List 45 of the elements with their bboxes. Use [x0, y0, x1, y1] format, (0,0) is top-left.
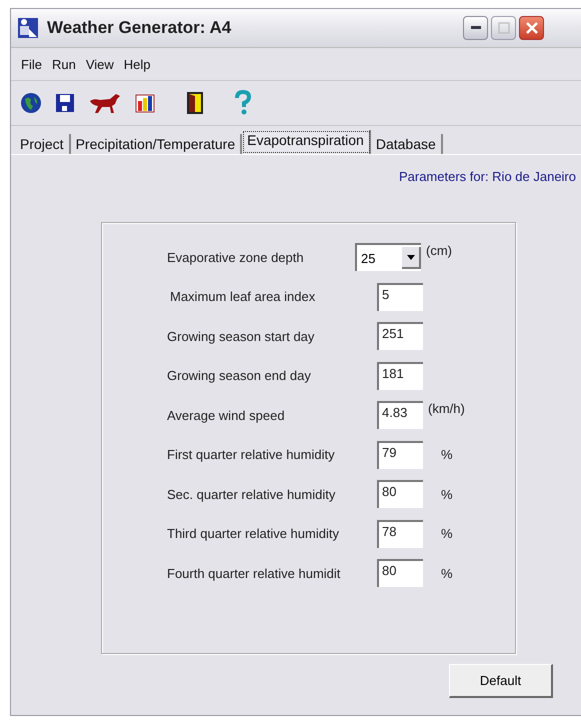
default-button[interactable]: Default	[449, 664, 553, 698]
field-label: Average wind speed	[167, 408, 286, 423]
input-field[interactable]: 5	[377, 282, 423, 311]
field-label: Maximum leaf area index	[169, 289, 316, 304]
window-title: Weather Generator: A4	[47, 18, 232, 38]
horse-icon[interactable]	[88, 91, 122, 115]
input-field[interactable]: 80	[377, 480, 423, 508]
maximize-icon	[498, 22, 510, 34]
dropdown[interactable]: 25	[355, 243, 421, 272]
close-button[interactable]	[519, 16, 544, 40]
door-icon[interactable]	[186, 91, 204, 115]
unit-label: %	[441, 486, 453, 502]
field-label: Third quarter relative humidity	[167, 526, 340, 542]
location-label: Parameters for: Rio de Janeiro	[398, 169, 576, 184]
menu-item[interactable]: File	[21, 56, 42, 72]
input-field[interactable]: 251	[377, 322, 423, 350]
tab[interactable]: Database	[370, 134, 443, 154]
tab[interactable]: Project	[15, 134, 71, 154]
field-label: Growing season start day	[167, 328, 316, 344]
close-icon	[524, 21, 538, 35]
unit-label: %	[441, 526, 453, 542]
input-field[interactable]: 80	[377, 559, 423, 588]
field-label: First quarter relative humidity	[167, 447, 336, 462]
bar-chart-icon[interactable]	[134, 92, 156, 114]
tab[interactable]: Evapotranspiration	[242, 130, 371, 154]
input-field[interactable]: 78	[377, 520, 423, 548]
field-label: Evaporative zone depth	[167, 250, 305, 265]
input-field[interactable]: 4.83	[377, 401, 423, 430]
unit-label: %	[441, 447, 453, 462]
save-icon[interactable]	[54, 92, 76, 114]
unit-label: (km/h)	[428, 401, 465, 416]
field-label: Fourth quarter relative humidit	[167, 566, 342, 581]
input-field[interactable]: 181	[377, 362, 423, 390]
menu-item[interactable]: Run	[52, 56, 76, 72]
unit-label: %	[441, 566, 453, 581]
unit-label: (cm)	[426, 243, 452, 258]
menu-item[interactable]: View	[86, 56, 114, 72]
input-field[interactable]: 79	[377, 440, 423, 469]
minimize-button[interactable]	[463, 16, 488, 40]
app-icon	[17, 17, 39, 39]
menu-item[interactable]: Help	[124, 56, 151, 72]
minimize-icon	[470, 26, 480, 30]
field-label: Growing season end day	[167, 368, 312, 384]
field-label: Sec. quarter relative humidity	[167, 486, 336, 502]
globe-icon[interactable]	[20, 92, 42, 114]
